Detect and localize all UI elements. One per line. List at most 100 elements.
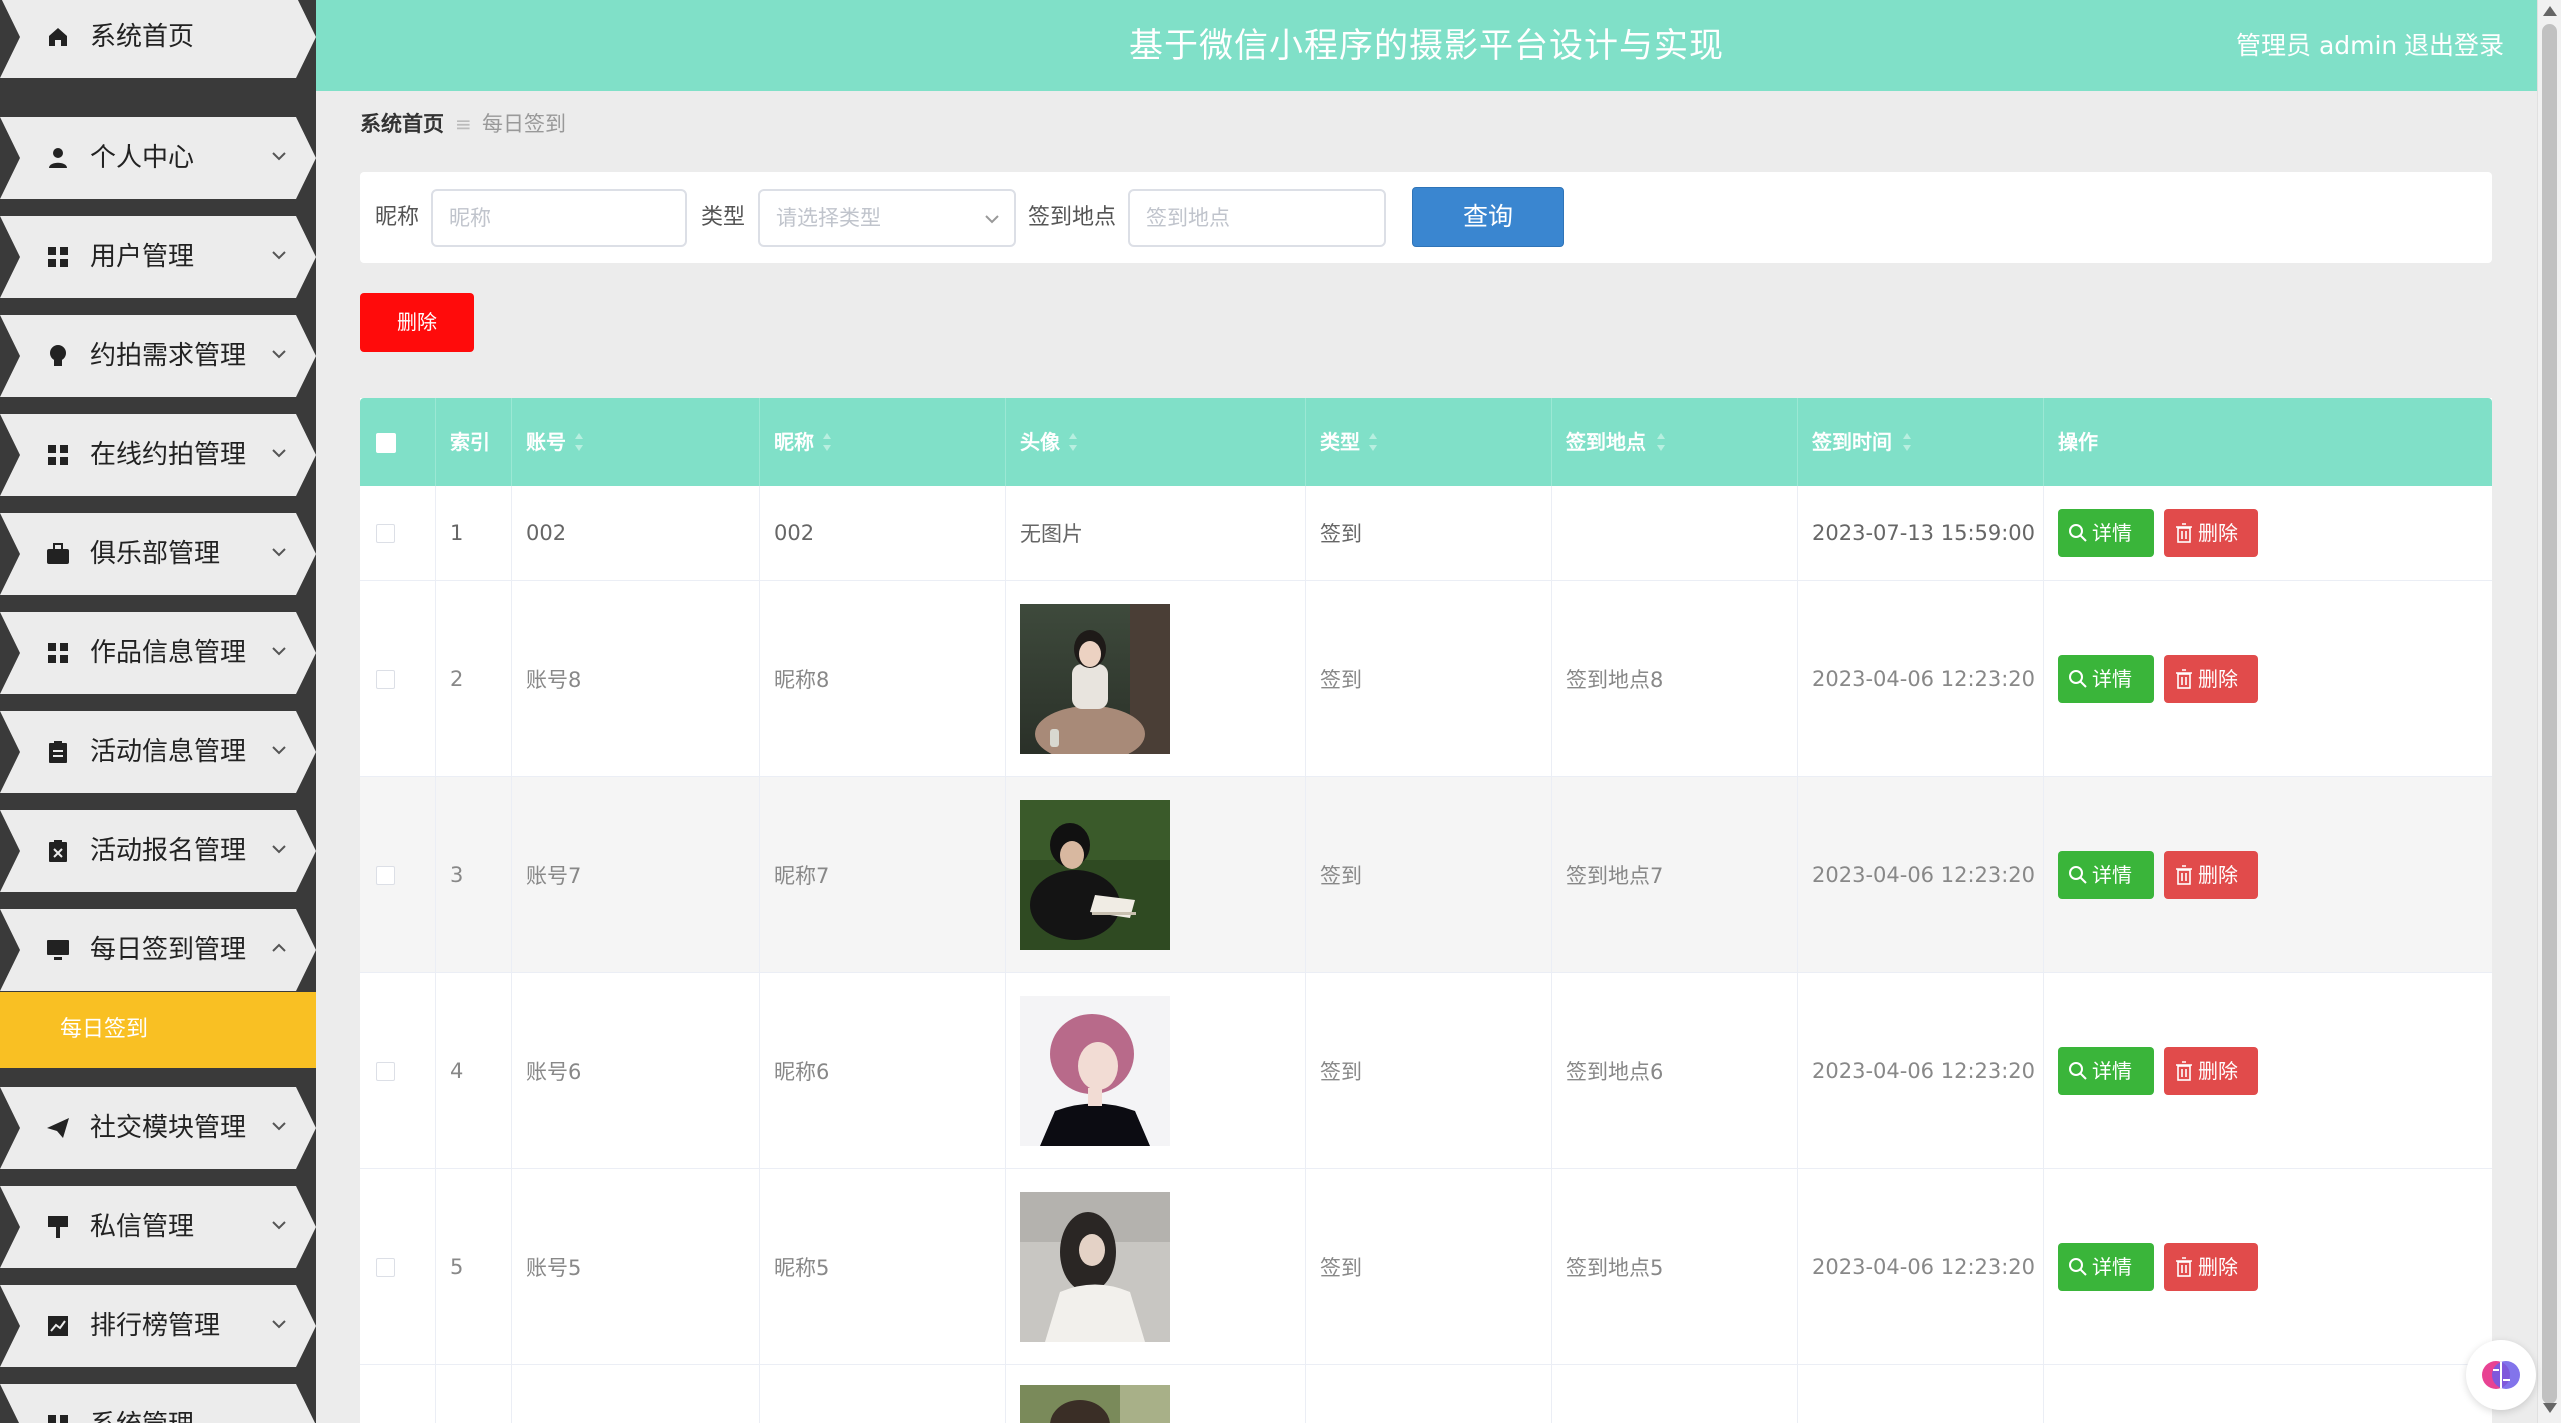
select-all-checkbox[interactable]	[376, 433, 396, 453]
sidebar-item-clubs[interactable]: 俱乐部管理	[0, 513, 316, 595]
checkin-table: 索引 账号 昵称 头像 类型 签到地点 签到时间 操作 1 002 002 无图…	[360, 398, 2492, 1423]
scroll-up-arrow-icon[interactable]	[2543, 6, 2557, 16]
lightbulb-icon	[44, 342, 72, 370]
sidebar-item-online-shoots[interactable]: 在线约拍管理	[0, 414, 316, 496]
detail-button[interactable]: 详情	[2058, 1242, 2154, 1291]
cell-type: 签到	[1320, 863, 1362, 888]
delete-button[interactable]: 删除	[2164, 1242, 2258, 1291]
chevron-down-icon	[272, 449, 286, 458]
cell-nickname: 昵称8	[774, 667, 830, 692]
sidebar-item-activities[interactable]: 活动信息管理	[0, 711, 316, 793]
clipboard-x-icon	[44, 837, 72, 865]
sort-icon[interactable]	[1068, 432, 1078, 452]
column-header-type[interactable]: 类型	[1306, 398, 1552, 486]
assistant-widget[interactable]	[2466, 1340, 2536, 1410]
trash-icon	[2176, 523, 2192, 543]
sidebar-item-label: 个人中心	[90, 143, 195, 173]
cell-nickname: 002	[774, 521, 815, 545]
search-icon	[2069, 865, 2087, 884]
delete-button-label: 删除	[2198, 1058, 2238, 1083]
column-header-account[interactable]: 账号	[512, 398, 760, 486]
query-button[interactable]: 查询	[1412, 187, 1564, 247]
column-header-index: 索引	[436, 398, 512, 486]
chevron-down-icon	[272, 1221, 286, 1230]
chevron-down-icon	[272, 845, 286, 854]
delete-button[interactable]: 删除	[2164, 1046, 2258, 1095]
search-icon	[2069, 669, 2087, 688]
cell-time: 2023-04-06 12:23:20	[1812, 1254, 2036, 1279]
sidebar-subitem-daily-checkin[interactable]: 每日签到	[0, 992, 316, 1068]
sort-icon[interactable]	[1656, 432, 1666, 452]
avatar-photo[interactable]	[1020, 799, 1170, 950]
cell-type: 签到	[1320, 667, 1362, 692]
table-row: 2 账号8 昵称8 签到 签到地点8 2023-04-06 12:23:20 详…	[360, 581, 2492, 777]
sidebar-item-works[interactable]: 作品信息管理	[0, 612, 316, 694]
avatar-photo[interactable]	[1020, 1385, 1170, 1423]
nickname-label: 昵称	[375, 205, 420, 230]
row-checkbox[interactable]	[376, 1061, 395, 1081]
avatar-photo[interactable]	[1020, 995, 1170, 1146]
logout-link[interactable]: 退出登录	[2404, 28, 2504, 64]
detail-button[interactable]: 详情	[2058, 654, 2154, 703]
scroll-down-arrow-icon[interactable]	[2543, 1403, 2557, 1413]
scroll-thumb[interactable]	[2542, 24, 2557, 1404]
sort-icon[interactable]	[1902, 432, 1912, 452]
page-scrollbar[interactable]	[2537, 0, 2561, 1423]
cell-nickname: 昵称7	[774, 863, 830, 888]
bulk-delete-button[interactable]: 删除	[360, 293, 474, 352]
grid-icon	[44, 639, 72, 667]
location-input[interactable]	[1128, 189, 1386, 247]
monitor-icon	[44, 936, 72, 964]
sign-icon	[44, 1213, 72, 1241]
detail-button[interactable]: 详情	[2058, 1046, 2154, 1095]
sort-icon[interactable]	[1368, 432, 1378, 452]
delete-button[interactable]: 删除	[2164, 654, 2258, 703]
cell-type: 签到	[1320, 522, 1362, 546]
detail-button[interactable]: 详情	[2058, 509, 2154, 557]
column-header-time[interactable]: 签到时间	[1798, 398, 2044, 486]
sort-icon[interactable]	[574, 432, 584, 452]
cell-location: 签到地点5	[1566, 1255, 1664, 1280]
detail-button-label: 详情	[2092, 666, 2132, 691]
sidebar-item-messages[interactable]: 私信管理	[0, 1186, 316, 1268]
sidebar: 系统首页 个人中心 用户管理 约拍需求管理 在线约拍管理 俱乐部管理 作品信息管…	[0, 0, 316, 1423]
avatar-photo[interactable]	[1020, 1191, 1170, 1342]
cell-type: 签到	[1320, 1059, 1362, 1084]
sidebar-item-home[interactable]: 系统首页	[0, 0, 316, 78]
sidebar-item-shoot-requests[interactable]: 约拍需求管理	[0, 315, 316, 397]
nickname-input[interactable]	[431, 189, 687, 247]
row-checkbox[interactable]	[376, 669, 395, 689]
delete-button-label: 删除	[2198, 666, 2238, 691]
sidebar-item-users[interactable]: 用户管理	[0, 216, 316, 298]
avatar-photo[interactable]	[1020, 603, 1170, 754]
row-checkbox[interactable]	[376, 524, 395, 543]
grid-icon	[44, 441, 72, 469]
sidebar-item-system[interactable]: 系统管理	[0, 1384, 316, 1423]
sidebar-item-social[interactable]: 社交模块管理	[0, 1087, 316, 1169]
type-select[interactable]: 请选择类型	[758, 189, 1016, 247]
sidebar-item-label: 约拍需求管理	[90, 341, 247, 371]
sidebar-item-daily-checkin[interactable]: 每日签到管理	[0, 909, 316, 991]
detail-button[interactable]: 详情	[2058, 850, 2154, 899]
cell-location: 签到地点6	[1566, 1059, 1664, 1084]
breadcrumb-separator-icon: ≡	[455, 112, 472, 136]
breadcrumb-home[interactable]: 系统首页	[360, 108, 444, 140]
clipboard-icon	[44, 738, 72, 766]
sidebar-item-profile[interactable]: 个人中心	[0, 117, 316, 199]
delete-button[interactable]: 删除	[2164, 850, 2258, 899]
row-checkbox[interactable]	[376, 865, 395, 885]
column-header-label: 索引	[450, 430, 490, 454]
search-icon	[2069, 524, 2087, 542]
column-header-label: 昵称	[774, 430, 814, 454]
delete-button[interactable]: 删除	[2164, 509, 2258, 557]
column-header-location[interactable]: 签到地点	[1552, 398, 1798, 486]
cell-account: 账号6	[526, 1059, 582, 1084]
table-row: 4 账号6 昵称6 签到 签到地点6 2023-04-06 12:23:20 详…	[360, 973, 2492, 1169]
column-header-nickname[interactable]: 昵称	[760, 398, 1006, 486]
sort-icon[interactable]	[822, 432, 832, 452]
row-checkbox[interactable]	[376, 1257, 395, 1277]
column-header-avatar[interactable]: 头像	[1006, 398, 1306, 486]
chevron-up-icon	[272, 943, 286, 952]
sidebar-item-rankings[interactable]: 排行榜管理	[0, 1285, 316, 1367]
sidebar-item-activity-signups[interactable]: 活动报名管理	[0, 810, 316, 892]
